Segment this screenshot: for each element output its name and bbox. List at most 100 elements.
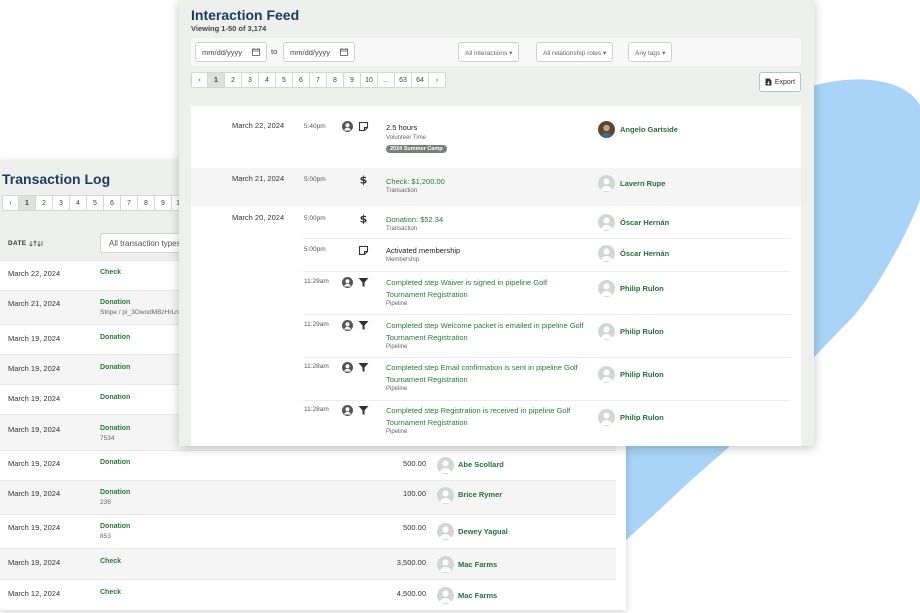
item-title[interactable]: Completed step Welcome packet is emailed… xyxy=(386,320,586,343)
table-row[interactable]: March 19, 2024 Donation 236 100.00 Brice… xyxy=(0,480,616,514)
page-1[interactable]: 1 xyxy=(208,72,225,88)
list-item[interactable]: 5:00pm Activated membership Membership Ó… xyxy=(191,239,801,271)
item-title[interactable]: Completed step Registration is received … xyxy=(386,405,586,428)
page-prev[interactable]: ‹ xyxy=(2,195,19,211)
contact-name[interactable]: Philip Rulon xyxy=(620,327,664,336)
row-type[interactable]: Check xyxy=(100,558,121,565)
row-date: March 19, 2024 xyxy=(8,459,61,468)
row-type[interactable]: Donation xyxy=(100,364,130,371)
funnel-icon xyxy=(358,363,369,372)
avatar xyxy=(598,214,615,231)
item-type: Pipeline xyxy=(386,301,408,307)
row-contact-name[interactable]: Brice Rymer xyxy=(458,490,502,499)
row-type[interactable]: Donation xyxy=(100,523,130,530)
page-9[interactable]: 9 xyxy=(344,72,361,88)
page-4[interactable]: 4 xyxy=(259,72,276,88)
calendar-icon xyxy=(252,48,260,56)
funnel-icon xyxy=(358,278,369,287)
page-9[interactable]: 9 xyxy=(155,195,172,211)
page-6[interactable]: 6 xyxy=(104,195,121,211)
contact-name[interactable]: Óscar Hernán xyxy=(620,249,669,258)
contact-name[interactable]: Angelo Gartside xyxy=(620,125,678,134)
results-count: Viewing 1-50 of 3,174 xyxy=(191,24,267,33)
list-item[interactable]: March 22, 2024 5:40pm 2.5 hours Voluntee… xyxy=(191,106,801,168)
contact-name[interactable]: Lavern Rupe xyxy=(620,179,665,188)
page-8[interactable]: 8 xyxy=(138,195,155,211)
page-7[interactable]: 7 xyxy=(310,72,327,88)
row-type[interactable]: Check xyxy=(100,269,121,276)
item-title[interactable]: Completed step Waiver is signed in pipel… xyxy=(386,277,586,300)
row-date: March 21, 2024 xyxy=(8,299,61,308)
page-6[interactable]: 6 xyxy=(293,72,310,88)
tags-dropdown[interactable]: Any tags ▾ xyxy=(628,42,673,62)
row-date: March 19, 2024 xyxy=(8,558,61,567)
contact-name[interactable]: Philip Rulon xyxy=(620,284,664,293)
group-date: March 22, 2024 xyxy=(232,121,285,130)
list-item[interactable]: 11:29am Completed step Welcome packet is… xyxy=(191,315,801,357)
page-5[interactable]: 5 xyxy=(87,195,104,211)
table-row[interactable]: March 19, 2024 Donation 853 500.00 Dewey… xyxy=(0,514,616,548)
page-2[interactable]: 2 xyxy=(225,72,242,88)
avatar xyxy=(437,457,454,474)
table-row[interactable]: March 19, 2024 Donation 500.00 Abe Scoll… xyxy=(0,450,616,480)
row-type[interactable]: Donation xyxy=(100,489,130,496)
list-item[interactable]: 11:29am Completed step Waiver is signed … xyxy=(191,272,801,314)
row-reference: 236 xyxy=(100,499,111,506)
item-title[interactable]: Check: $1,200.00 xyxy=(386,176,586,188)
page-7[interactable]: 7 xyxy=(121,195,138,211)
contact-name[interactable]: Philip Rulon xyxy=(620,413,664,422)
page-next[interactable]: › xyxy=(429,72,446,88)
list-item[interactable]: 11:28am Completed step Registration is r… xyxy=(191,401,801,446)
row-contact-name[interactable]: Mac Farms xyxy=(458,591,497,600)
date-to-input[interactable]: mm/dd/yyyy xyxy=(283,42,355,62)
item-title[interactable]: Completed step Email confirmation is sen… xyxy=(386,362,586,385)
contact-name[interactable]: Philip Rulon xyxy=(620,370,664,379)
page-4[interactable]: 4 xyxy=(70,195,87,211)
page-3[interactable]: 3 xyxy=(53,195,70,211)
list-item[interactable]: March 21, 2024 5:00pm $ Check: $1,200.00… xyxy=(191,168,801,206)
row-type[interactable]: Donation xyxy=(100,425,130,432)
item-time: 5:00pm xyxy=(304,246,326,253)
page-8[interactable]: 8 xyxy=(327,72,344,88)
avatar xyxy=(437,556,454,573)
export-button[interactable]: Export xyxy=(759,72,801,92)
date-column-header[interactable]: DATE xyxy=(8,240,43,247)
item-title[interactable]: Donation: $52.34 xyxy=(386,214,586,226)
row-contact-name[interactable]: Abe Scollard xyxy=(458,460,504,469)
page-64[interactable]: 64 xyxy=(412,72,429,88)
avatar xyxy=(437,523,454,540)
contact-name[interactable]: Óscar Hernán xyxy=(620,218,669,227)
export-label: Export xyxy=(774,78,796,86)
table-row[interactable]: March 12, 2024 Check 4,500.00 Mac Farms xyxy=(0,579,616,610)
note-icon xyxy=(358,245,369,256)
row-contact-name[interactable]: Mac Farms xyxy=(458,560,497,569)
row-type[interactable]: Donation xyxy=(100,299,130,306)
tag-badge[interactable]: 2024 Summer Camp xyxy=(386,145,447,153)
list-item[interactable]: 11:28am Completed step Email confirmatio… xyxy=(191,358,801,400)
row-type[interactable]: Donation xyxy=(100,394,130,401)
page-10[interactable]: 10 xyxy=(361,72,378,88)
date-from-input[interactable]: mm/dd/yyyy xyxy=(195,42,267,62)
page-1[interactable]: 1 xyxy=(19,195,36,211)
item-type: Transaction xyxy=(386,226,418,232)
page-prev[interactable]: ‹ xyxy=(191,72,208,88)
user-icon xyxy=(439,590,452,603)
row-type[interactable]: Donation xyxy=(100,334,130,341)
interaction-type-dropdown[interactable]: All interactions ▾ xyxy=(458,42,520,62)
row-contact-name[interactable]: Dewey Yagual xyxy=(458,527,508,536)
avatar xyxy=(598,366,615,383)
page-5[interactable]: 5 xyxy=(276,72,293,88)
user-icon xyxy=(600,283,613,296)
calendar-icon xyxy=(340,48,348,56)
item-time: 11:28am xyxy=(304,363,329,370)
row-type[interactable]: Donation xyxy=(100,459,130,466)
page-3[interactable]: 3 xyxy=(242,72,259,88)
page-63[interactable]: 63 xyxy=(395,72,412,88)
interaction-list: March 22, 2024 5:40pm 2.5 hours Voluntee… xyxy=(191,106,801,446)
table-row[interactable]: March 19, 2024 Check 3,500.00 Mac Farms xyxy=(0,548,616,579)
row-type[interactable]: Check xyxy=(100,589,121,596)
relationship-role-dropdown[interactable]: All relationship roles ▾ xyxy=(536,42,614,62)
user-icon xyxy=(439,526,452,539)
list-item[interactable]: March 20, 2024 5:00pm $ Donation: $52.34… xyxy=(191,206,801,238)
page-2[interactable]: 2 xyxy=(36,195,53,211)
